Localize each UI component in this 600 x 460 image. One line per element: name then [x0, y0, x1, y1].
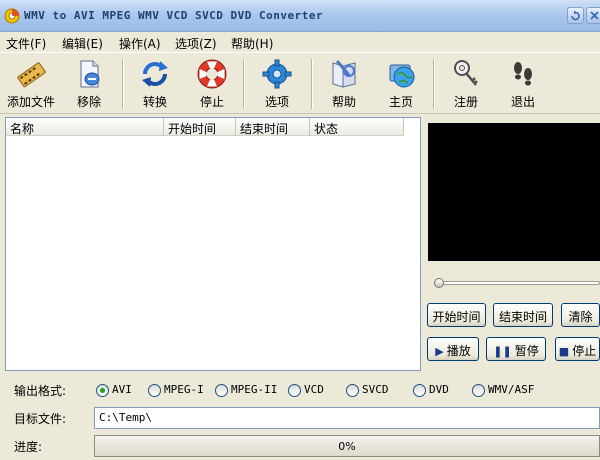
- menu-action[interactable]: 操作(A): [119, 35, 161, 52]
- toolbar: 添加文件 移除 转换 停止 选项 帮助 主页 注册 退出: [0, 52, 600, 114]
- target-file-input[interactable]: C:\Temp\: [94, 407, 600, 429]
- end-time-button[interactable]: 结束时间: [493, 303, 553, 327]
- menu-file[interactable]: 文件(F): [6, 35, 46, 52]
- format-label-vcd: VCD: [304, 383, 324, 396]
- column-start-time[interactable]: 开始时间: [164, 118, 236, 136]
- target-file-label: 目标文件:: [14, 412, 67, 426]
- menu-help[interactable]: 帮助(H): [231, 35, 273, 52]
- menu-bar: 文件(F) 编辑(E) 操作(A) 选项(Z) 帮助(H): [0, 32, 600, 52]
- column-name[interactable]: 名称: [6, 118, 164, 136]
- radio-indicator: [96, 384, 109, 397]
- playback-stop-label: 停止: [572, 344, 597, 358]
- menu-options[interactable]: 选项(Z): [175, 35, 217, 52]
- seek-slider-thumb[interactable]: [434, 278, 444, 288]
- progress-percent: 0%: [338, 440, 356, 453]
- format-label-avi: AVI: [112, 383, 132, 396]
- radio-indicator: [288, 384, 301, 397]
- globe-icon: [389, 64, 415, 88]
- radio-indicator: [148, 384, 161, 397]
- help-book-icon: [332, 60, 356, 88]
- column-end-time[interactable]: 结束时间: [236, 118, 310, 136]
- exit-button[interactable]: 退出: [498, 55, 548, 113]
- homepage-button[interactable]: 主页: [376, 55, 426, 113]
- format-label-wmv-asf: WMV/ASF: [488, 383, 535, 396]
- menu-edit[interactable]: 编辑(E): [62, 35, 103, 52]
- close-button[interactable]: [586, 7, 600, 24]
- gear-icon: [262, 59, 292, 89]
- remove-file-icon: [80, 60, 100, 88]
- add-file-label: 添加文件: [6, 95, 55, 109]
- play-label: 播放: [446, 344, 471, 358]
- toolbar-separator: [433, 59, 435, 109]
- footprints-icon: [514, 62, 532, 86]
- convert-arrows-icon: [142, 61, 168, 87]
- radio-indicator: [413, 384, 426, 397]
- convert-label: 转换: [142, 95, 167, 109]
- register-button[interactable]: 注册: [441, 55, 491, 113]
- title-bar: WMV to AVI MPEG WMV VCD SVCD DVD Convert…: [0, 0, 600, 32]
- output-format-group: AVI MPEG-I MPEG-II VCD SVCD DVD WMV/ASF: [0, 381, 600, 401]
- remove-button[interactable]: 移除: [64, 55, 114, 113]
- progress-label: 进度:: [14, 440, 43, 454]
- add-file-button[interactable]: 添加文件: [2, 55, 60, 113]
- film-add-icon: [17, 62, 46, 88]
- convert-button[interactable]: 转换: [130, 55, 180, 113]
- radio-indicator: [346, 384, 359, 397]
- radio-indicator: [215, 384, 228, 397]
- format-label-dvd: DVD: [429, 383, 449, 396]
- remove-label: 移除: [76, 95, 101, 109]
- pause-icon: ❚❚: [493, 345, 512, 358]
- playback-stop-button[interactable]: ■ 停止: [555, 337, 600, 361]
- column-status[interactable]: 状态: [310, 118, 404, 136]
- toolbar-separator: [122, 59, 124, 109]
- format-label-mpeg2: MPEG-II: [231, 383, 278, 396]
- toolbar-separator: [311, 59, 313, 109]
- help-button[interactable]: 帮助: [319, 55, 369, 113]
- file-list[interactable]: 名称 开始时间 结束时间 状态: [5, 117, 421, 371]
- toolbar-separator: [243, 59, 245, 109]
- exit-label: 退出: [510, 95, 535, 109]
- minimize-button[interactable]: [567, 7, 584, 24]
- file-list-header: 名称 开始时间 结束时间 状态: [6, 118, 420, 136]
- options-button[interactable]: 选项: [252, 55, 302, 113]
- options-label: 选项: [264, 95, 289, 109]
- register-label: 注册: [453, 95, 478, 109]
- key-icon: [454, 60, 478, 86]
- pause-label: 暂停: [514, 344, 539, 358]
- stop-button[interactable]: 停止: [187, 55, 237, 113]
- help-label: 帮助: [331, 95, 356, 109]
- window-title: WMV to AVI MPEG WMV VCD SVCD DVD Convert…: [24, 9, 324, 22]
- seek-slider-track[interactable]: [436, 281, 600, 285]
- clear-button[interactable]: 清除: [561, 303, 600, 327]
- pause-button[interactable]: ❚❚ 暂停: [486, 337, 546, 361]
- stop-square-icon: ■: [558, 345, 570, 358]
- close-icon: [590, 11, 599, 20]
- lifebuoy-icon: [197, 59, 227, 89]
- homepage-label: 主页: [388, 95, 413, 109]
- play-button[interactable]: ▶ 播放: [427, 337, 479, 361]
- refresh-icon: [571, 10, 580, 21]
- stop-label: 停止: [199, 95, 224, 109]
- play-icon: ▶: [435, 345, 444, 358]
- format-label-mpeg1: MPEG-I: [164, 383, 204, 396]
- format-label-svcd: SVCD: [362, 383, 389, 396]
- app-icon: [4, 8, 20, 24]
- start-time-button[interactable]: 开始时间: [427, 303, 486, 327]
- radio-indicator: [472, 384, 485, 397]
- video-preview: [428, 123, 600, 261]
- progress-bar: 0%: [94, 435, 600, 457]
